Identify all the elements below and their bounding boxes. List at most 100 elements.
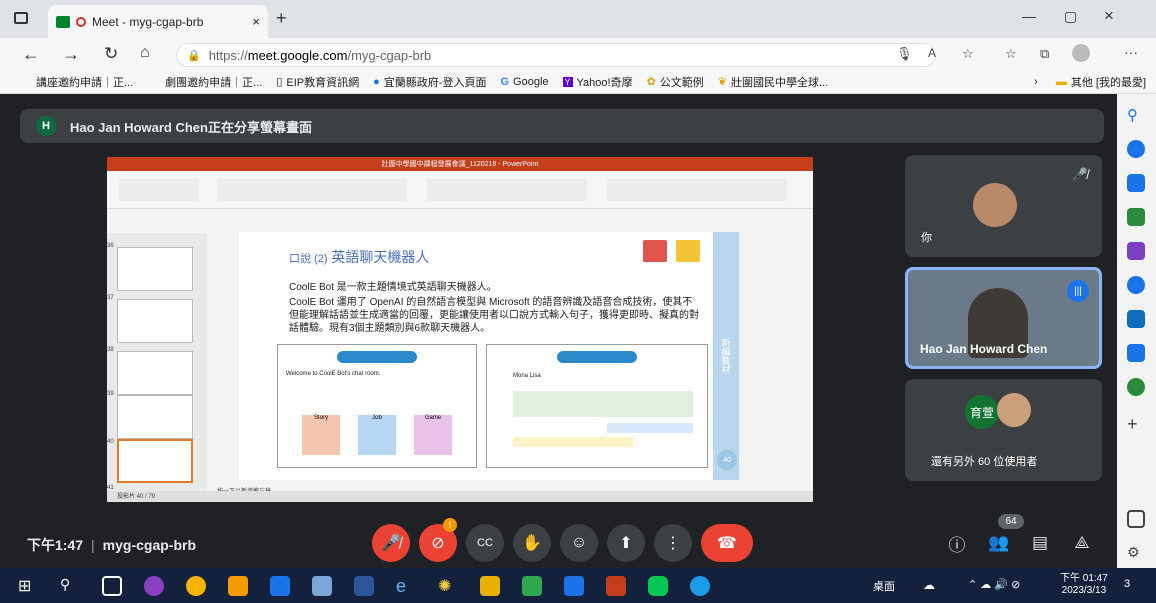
browser-tab[interactable]: Meet - myg-cgap-brb ×: [48, 5, 268, 38]
captions-button[interactable]: CC: [466, 524, 504, 562]
bookmark-item[interactable]: ▯ EIP教育資訊網: [276, 74, 359, 90]
slide-thumbnail[interactable]: [117, 395, 193, 439]
line-icon[interactable]: [648, 576, 668, 596]
leave-call-button[interactable]: ☎: [701, 524, 753, 562]
chat-icon[interactable]: ▤: [1027, 530, 1053, 556]
read-aloud-icon[interactable]: A: [928, 46, 936, 60]
desktop-label[interactable]: 桌面: [873, 578, 895, 594]
search-icon[interactable]: ⚲: [60, 576, 80, 596]
url-path: /myg-cgap-brb: [347, 47, 432, 63]
bookmark-label: Google: [513, 75, 549, 88]
back-icon[interactable]: ←: [22, 44, 40, 65]
participant-tile-self[interactable]: 🎤̸ 你: [905, 155, 1102, 257]
bookmark-item[interactable]: ● 宜蘭縣政府-登入頁面: [373, 74, 486, 90]
search-icon[interactable]: ⚲: [1127, 106, 1145, 124]
app-icon[interactable]: [144, 576, 164, 596]
minimize-icon[interactable]: —: [1022, 8, 1036, 24]
add-icon[interactable]: +: [1127, 414, 1145, 434]
bing-icon[interactable]: [1127, 140, 1145, 158]
mic-toggle-button[interactable]: 🎤̸: [372, 524, 410, 562]
favorites-bar-icon[interactable]: ☆: [1005, 46, 1017, 62]
hide-sidebar-icon[interactable]: [1127, 510, 1145, 528]
page-number-badge: 40: [717, 450, 737, 470]
activities-icon[interactable]: ⟁: [1069, 530, 1095, 556]
url-prefix: https://: [208, 47, 248, 63]
tray-icons[interactable]: ⌃ ☁ 🔊 ⊘: [968, 578, 1020, 591]
new-tab-icon[interactable]: +: [276, 8, 287, 29]
bookmark-item[interactable]: ✿ 公文範例: [647, 74, 704, 90]
games-icon[interactable]: [1127, 242, 1145, 260]
category-story: Story: [302, 415, 340, 455]
screenshot-panel: Mona Lisa: [486, 344, 708, 468]
tools-icon[interactable]: [1127, 208, 1145, 226]
ppt-title-bar: 壯圍中學國中課程發展會議_1120218 - PowerPoint: [107, 157, 813, 171]
meeting-details-icon[interactable]: ⓘ: [944, 530, 970, 556]
ie-icon[interactable]: e: [396, 576, 416, 596]
microphone-icon[interactable]: 🎙: [896, 46, 913, 62]
bookmark-item[interactable]: 講座邀約申請｜正...: [36, 74, 133, 90]
collections-icon[interactable]: ⧉: [1040, 46, 1049, 62]
windows-start-icon[interactable]: ⊞: [18, 576, 38, 596]
app-icon[interactable]: ✺: [438, 576, 458, 596]
participants-count-badge: 64: [998, 514, 1024, 529]
other-bookmarks[interactable]: › ▬ 其他 [我的最愛]: [1034, 74, 1146, 90]
profile-icon[interactable]: [1072, 44, 1090, 62]
app-icon[interactable]: [564, 576, 584, 596]
favorite-icon[interactable]: ☆: [962, 46, 974, 62]
outlook-icon[interactable]: [1127, 310, 1145, 328]
tree-icon[interactable]: [1127, 378, 1145, 396]
reactions-button[interactable]: ☺: [560, 524, 598, 562]
app-icon[interactable]: [312, 576, 332, 596]
slide-thumbnail[interactable]: [117, 299, 193, 343]
app-icon[interactable]: [522, 576, 542, 596]
app-icon[interactable]: [228, 576, 248, 596]
raise-hand-button[interactable]: ✋: [513, 524, 551, 562]
other-bookmarks-label: 其他 [我的最愛]: [1070, 76, 1146, 89]
system-clock[interactable]: 下午 01:47 2023/3/13: [1060, 573, 1108, 597]
forward-icon[interactable]: →: [62, 44, 80, 65]
refresh-icon[interactable]: ↻: [104, 44, 118, 64]
more-icon[interactable]: ···: [1124, 44, 1138, 60]
chrome-icon[interactable]: [186, 576, 206, 596]
settings-gear-icon[interactable]: ⚙: [1127, 544, 1145, 562]
bookmark-label: 壯圍國民中學全球...: [731, 76, 829, 89]
category-game: Game: [414, 415, 452, 455]
slide-thumbnail-active[interactable]: [117, 439, 193, 483]
word-icon[interactable]: [354, 576, 374, 596]
restore-icon[interactable]: ▢: [1064, 8, 1077, 25]
bookmark-item[interactable]: Y Yahoo!奇摩: [562, 74, 633, 90]
edge-icon[interactable]: [690, 576, 710, 596]
slide-thumbnail[interactable]: [117, 247, 193, 291]
task-view-icon[interactable]: [102, 576, 122, 596]
cloud-icon[interactable]: ☁: [923, 578, 935, 592]
folder-icon: ▬: [1055, 75, 1067, 88]
address-field[interactable]: 🔒 https://meet.google.com/myg-cgap-brb: [176, 43, 936, 67]
more-options-button[interactable]: ⋮: [654, 524, 692, 562]
folder-icon[interactable]: [480, 576, 500, 596]
slide-thumbnails: 36 37 38 39 40 41: [107, 233, 207, 491]
people-icon[interactable]: 👥: [986, 530, 1012, 556]
more-vert-icon: ⋮: [665, 535, 681, 552]
url-host: meet.google.com: [247, 47, 348, 63]
window-menu-icon[interactable]: [14, 12, 28, 24]
store-icon[interactable]: [270, 576, 290, 596]
chat-name: Mona Lisa: [513, 373, 541, 379]
participant-tile-presenter[interactable]: ||| Hao Jan Howard Chen: [905, 267, 1102, 369]
present-button[interactable]: ⬆: [607, 524, 645, 562]
powerpoint-icon[interactable]: [606, 576, 626, 596]
ppt-ribbon: [107, 171, 813, 209]
send-icon[interactable]: [1127, 344, 1145, 362]
bookmark-item[interactable]: ❦ 壯圍國民中學全球...: [718, 74, 828, 90]
bookmark-item[interactable]: G Google: [500, 76, 548, 88]
notification-icon[interactable]: 3: [1124, 578, 1130, 590]
slide-paragraph: CoolE Bot 是一款主題情境式英語聊天機器人。: [289, 282, 497, 293]
participant-tile-others[interactable]: 育萱 還有另外 60 位使用者: [905, 379, 1102, 481]
close-window-icon[interactable]: ×: [1104, 6, 1114, 26]
slide-thumbnail[interactable]: [117, 351, 193, 395]
office-icon[interactable]: [1127, 276, 1145, 294]
close-tab-icon[interactable]: ×: [252, 14, 260, 29]
shopping-icon[interactable]: [1127, 174, 1145, 192]
home-icon[interactable]: ⌂: [140, 44, 150, 62]
others-count: 還有另外 60 位使用者: [931, 456, 1038, 468]
bookmark-item[interactable]: 劇團邀約申請｜正...: [165, 74, 262, 90]
